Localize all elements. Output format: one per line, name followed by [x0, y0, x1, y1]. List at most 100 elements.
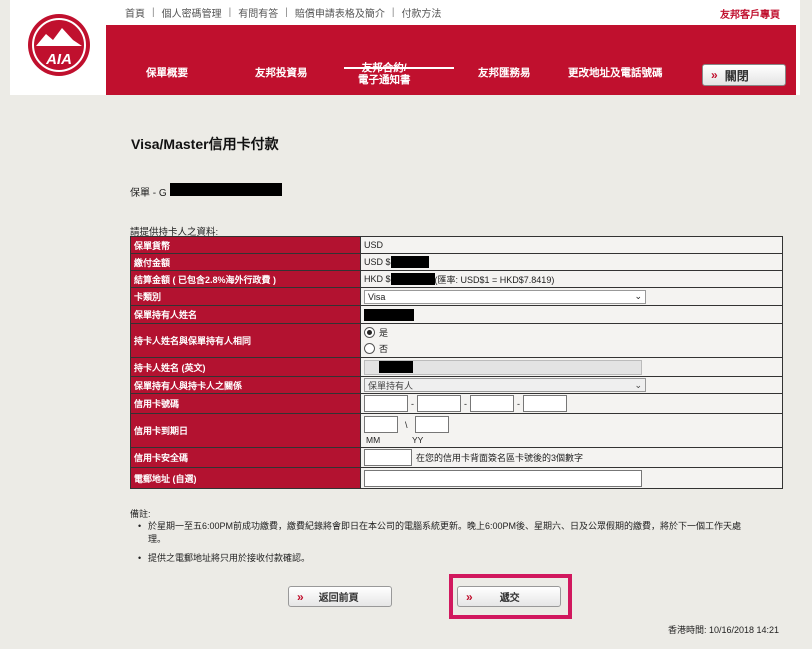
- nav-change-address[interactable]: 更改地址及電話號碼: [568, 67, 663, 79]
- note-text-1-cont: 理。: [148, 534, 167, 544]
- label-card-type: 卡類別: [131, 288, 361, 305]
- nav-invest[interactable]: 友邦投資易: [255, 67, 308, 79]
- policy-number-label: 保單 - G: [130, 188, 167, 199]
- radio-no[interactable]: [364, 343, 375, 354]
- value-same-holder: 是 否: [361, 324, 782, 357]
- cvv-hint: 在您的信用卡背面簽名區卡號後的3個數字: [416, 453, 584, 463]
- exchange-rate: (匯率: USD$1 = HKD$7.8419): [434, 274, 555, 285]
- card-number-input-1[interactable]: [364, 395, 408, 412]
- cvv-input[interactable]: [364, 449, 412, 466]
- currency-text: USD: [364, 240, 384, 250]
- label-settle: 結算金額 ( 已包含2.8%海外行政費 ): [131, 271, 361, 287]
- label-email: 電郵地址 (自選): [131, 468, 361, 488]
- row-card-number: 信用卡號碼 - - -: [131, 394, 782, 414]
- radio-yes-label: 是: [379, 328, 389, 338]
- label-expiry: 信用卡到期日: [131, 414, 361, 447]
- card-type-selected: Visa: [368, 291, 386, 302]
- expiry-mm-hint: MM: [366, 435, 381, 445]
- radio-yes-option[interactable]: 是: [364, 326, 388, 339]
- top-link-password[interactable]: 個人密碼管理: [162, 5, 222, 20]
- total-amount-redacted: [390, 256, 429, 268]
- row-holder-name: 保單持有人姓名: [131, 306, 782, 324]
- top-link-payment[interactable]: 付款方法: [401, 5, 441, 20]
- nav-remittance[interactable]: 友邦匯務易: [478, 67, 531, 79]
- row-settle: 結算金額 ( 已包含2.8%海外行政費 ) HKD $ (匯率: USD$1 = …: [131, 271, 782, 288]
- aia-logo[interactable]: AIA: [26, 12, 92, 78]
- value-cardholder-en: [361, 358, 782, 376]
- note-text-1: 於星期一至五6:00PM前成功繳費，繳費紀錄將會即日在本公司的電腦系統更新。晚上…: [148, 521, 742, 531]
- close-label: 關閉: [724, 68, 749, 83]
- value-currency: USD: [361, 237, 782, 253]
- row-relation: 保單持有人與持卡人之關係 保單持有人 ⌄: [131, 377, 782, 394]
- card-type-select[interactable]: Visa ⌄: [364, 289, 646, 304]
- radio-no-label: 否: [379, 344, 389, 354]
- nav-tab-indicator: [456, 90, 556, 93]
- settle-amount-redacted: [390, 273, 435, 285]
- row-cardholder-en: 持卡人姓名 (英文): [131, 358, 782, 377]
- note-item-1-cont: 理。: [148, 533, 166, 546]
- value-card-type: Visa ⌄: [361, 288, 782, 305]
- cardholder-en-input[interactable]: [364, 359, 642, 375]
- top-links: 首頁 | 個人密碼管理 | 有問有答 | 賠償申請表格及簡介 | 付款方法: [125, 5, 442, 20]
- value-cvv: 在您的信用卡背面簽名區卡號後的3個數字: [361, 448, 782, 467]
- value-holder-name: [361, 306, 782, 323]
- row-email: 電郵地址 (自選): [131, 468, 782, 488]
- card-number-input-3[interactable]: [470, 395, 514, 412]
- main-nav: [106, 25, 796, 95]
- email-input[interactable]: [364, 469, 642, 487]
- label-total: 繳付金額: [131, 254, 361, 270]
- policy-number-redacted: [170, 183, 282, 196]
- settle-prefix: HKD $: [364, 274, 391, 284]
- value-email: [361, 468, 782, 488]
- relation-select[interactable]: 保單持有人 ⌄: [364, 378, 646, 392]
- label-currency: 保單貨幣: [131, 237, 361, 253]
- label-relation: 保單持有人與持卡人之關係: [131, 377, 361, 393]
- note-text-2: 提供之電郵地址將只用於接收付款確認。: [148, 553, 311, 563]
- value-relation: 保單持有人 ⌄: [361, 377, 782, 393]
- card-number-input-2[interactable]: [417, 395, 461, 412]
- radio-no-option[interactable]: 否: [364, 342, 388, 355]
- label-holder-name: 保單持有人姓名: [131, 306, 361, 323]
- expiry-year-input[interactable]: [414, 416, 449, 433]
- nav-contracts[interactable]: 友邦合約/ 電子通知書: [358, 62, 411, 86]
- expiry-month-input[interactable]: [364, 416, 398, 433]
- top-link-claims[interactable]: 賠償申請表格及簡介: [295, 5, 385, 20]
- relation-selected: 保單持有人: [368, 380, 414, 391]
- submit-button[interactable]: » 遞交: [457, 586, 561, 607]
- card-number-input-4[interactable]: [523, 395, 567, 412]
- label-card-number: 信用卡號碼: [131, 394, 361, 413]
- hong-kong-time: 香港時間: 10/16/2018 14:21: [668, 625, 780, 635]
- label-same-holder: 持卡人姓名與保單持有人相同: [131, 324, 361, 357]
- page-title: Visa/Master信用卡付款: [131, 136, 279, 152]
- back-button[interactable]: » 返回前頁: [288, 586, 392, 607]
- value-card-number: - - -: [361, 394, 782, 413]
- payment-form-table: 保單貨幣 USD 繳付金額 USD $ 結算金額 ( 已包含2.8%海外行政費 …: [130, 236, 783, 489]
- double-chevron-icon: »: [466, 589, 472, 604]
- row-total: 繳付金額 USD $: [131, 254, 782, 271]
- top-link-faq[interactable]: 有問有答: [238, 5, 278, 20]
- close-button[interactable]: » 關閉: [702, 64, 786, 86]
- nav-policy-summary[interactable]: 保單概要: [146, 67, 188, 79]
- radio-yes[interactable]: [364, 327, 375, 338]
- holder-name-redacted: [364, 308, 414, 321]
- chevron-down-icon: ⌄: [634, 291, 642, 301]
- double-chevron-icon: »: [297, 589, 303, 604]
- expiry-yy-hint: YY: [412, 435, 424, 445]
- portal-title: 友邦客戶專頁: [720, 10, 780, 21]
- value-total: USD $: [361, 254, 782, 270]
- row-expiry: 信用卡到期日 \ MM YY: [131, 414, 782, 448]
- note-item-2: • 提供之電郵地址將只用於接收付款確認。: [138, 553, 311, 563]
- row-same-holder: 持卡人姓名與保單持有人相同 是 否: [131, 324, 782, 358]
- chevron-down-icon: ⌄: [634, 379, 642, 390]
- double-chevron-icon: »: [711, 68, 717, 82]
- value-expiry: \ MM YY: [361, 414, 782, 447]
- label-cvv: 信用卡安全碼: [131, 448, 361, 467]
- row-card-type: 卡類別 Visa ⌄: [131, 288, 782, 306]
- back-label: 返回前頁: [318, 593, 359, 604]
- cardholder-en-redacted: [379, 360, 413, 373]
- top-link-home[interactable]: 首頁: [125, 5, 145, 20]
- total-prefix: USD $: [364, 257, 391, 267]
- value-settle: HKD $ (匯率: USD$1 = HKD$7.8419): [361, 271, 782, 287]
- row-currency: 保單貨幣 USD: [131, 237, 782, 254]
- nav-active-underline: [344, 67, 454, 69]
